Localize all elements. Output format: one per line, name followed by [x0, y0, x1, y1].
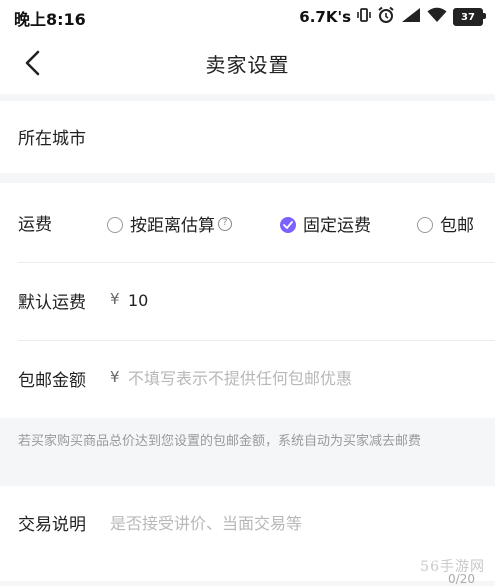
- page-title: 卖家设置: [205, 52, 290, 77]
- option-fixed-fee[interactable]: 固定运费: [280, 211, 371, 236]
- battery-level: 37: [461, 11, 475, 23]
- wifi-icon: [427, 7, 447, 27]
- option-by-distance-label: 按距离估算: [130, 216, 215, 236]
- net-speed: 6.7K's: [299, 8, 351, 26]
- status-bar: 晚上8:16 6.7K's 37: [0, 0, 495, 32]
- default-fee-input[interactable]: [128, 288, 428, 312]
- radio-by-distance[interactable]: [107, 217, 123, 233]
- free-shipping-row: 包邮金额 ¥: [0, 341, 495, 418]
- back-button[interactable]: [18, 46, 52, 80]
- battery-icon: 37: [453, 8, 486, 26]
- nav-bar: 卖家设置: [0, 32, 495, 94]
- option-free-shipping[interactable]: 包邮: [417, 211, 474, 236]
- trade-note-label: 交易说明: [18, 515, 86, 535]
- city-row[interactable]: 所在城市: [0, 101, 495, 173]
- free-shipping-label: 包邮金额: [18, 371, 86, 391]
- free-shipping-input[interactable]: [128, 366, 458, 390]
- alarm-icon: [377, 6, 395, 28]
- option-fixed-fee-label: 固定运费: [303, 216, 371, 236]
- watermark: 56手游网: [420, 559, 485, 575]
- shipping-card: 运费 按距离估算? 固定运费 包邮 默认运费 ¥ 包邮金额 ¥: [0, 183, 495, 418]
- option-by-distance[interactable]: 按距离估算?: [107, 211, 232, 236]
- free-shipping-tip: 若买家购买商品总价达到您设置的包邮金额，系统自动为买家减去邮费: [0, 418, 495, 486]
- currency-symbol: ¥: [110, 368, 120, 386]
- currency-symbol: ¥: [110, 290, 120, 308]
- vibrate-icon: [357, 7, 371, 27]
- status-icons: 6.7K's 37: [299, 6, 486, 28]
- status-time: 晚上8:16: [14, 10, 86, 29]
- option-free-shipping-label: 包邮: [440, 216, 474, 236]
- default-fee-row: 默认运费 ¥: [0, 263, 495, 340]
- shipping-method-row: 运费 按距离估算? 固定运费 包邮: [0, 183, 495, 262]
- trade-note-input[interactable]: [110, 511, 460, 535]
- radio-fixed-fee[interactable]: [280, 217, 296, 233]
- help-icon[interactable]: ?: [218, 217, 232, 231]
- radio-free-shipping[interactable]: [417, 217, 433, 233]
- signal-icon: [401, 7, 421, 27]
- city-label: 所在城市: [18, 129, 86, 149]
- default-fee-label: 默认运费: [18, 293, 86, 313]
- chevron-left-icon: [25, 50, 40, 76]
